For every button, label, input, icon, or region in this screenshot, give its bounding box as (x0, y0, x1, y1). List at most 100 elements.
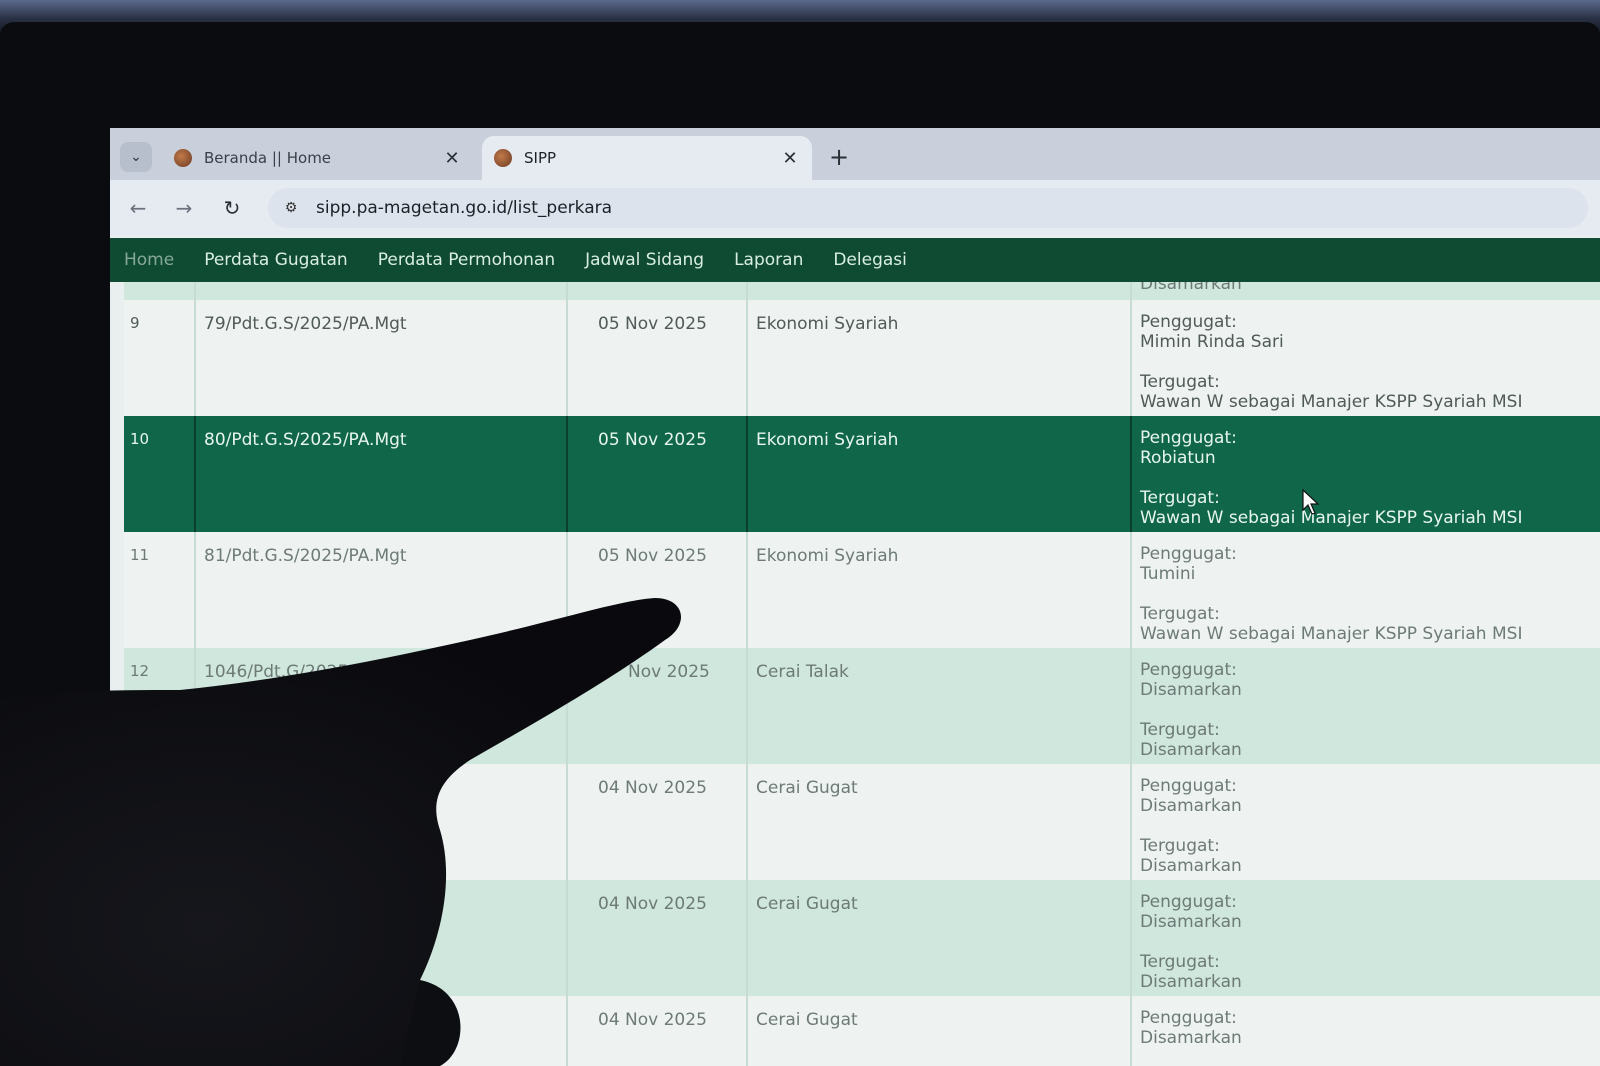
nav-delegasi[interactable]: Delegasi (821, 250, 919, 270)
browser-toolbar: ← → ↻ ⚙ sipp.pa-magetan.go.id/list_perka… (110, 180, 1600, 236)
cell-parties: Penggugat: Robiatun Tergugat: Wawan W se… (1132, 416, 1600, 532)
cell-case-type: Ekonomi Syariah (748, 416, 1132, 532)
tab-title: SIPP (524, 149, 557, 167)
cell-date: 04 Nov 2025 (568, 996, 748, 1066)
cell-case-type: Ekonomi Syariah (748, 532, 1132, 648)
table-row[interactable]: 04 Nov 2025 Cerai Gugat Penggugat: Disam… (124, 880, 1600, 996)
mouse-cursor-icon (1302, 488, 1320, 515)
site-nav: Home Perdata Gugatan Perdata Permohonan … (110, 238, 1600, 282)
defendant-label: Tergugat: (1140, 720, 1220, 740)
site-favicon-icon (174, 149, 192, 167)
plaintiff-label: Penggugat: (1140, 892, 1237, 912)
cell-case-number[interactable]: 81/Pdt.G.S/2025/PA.Mgt (196, 532, 568, 648)
tab-search-chevron-icon[interactable]: ⌄ (120, 142, 152, 172)
defendant-name: Wawan W sebagai Manajer KSPP Syariah MSI (1140, 624, 1523, 644)
table-row[interactable]: 04 Nov 2025 Cerai Gugat Penggugat: Disam… (124, 764, 1600, 880)
cell-date (568, 282, 748, 300)
close-tab-icon[interactable]: ✕ (778, 146, 802, 170)
cell-date: 05 Nov 2025 (568, 300, 748, 416)
table-row[interactable]: 9 79/Pdt.G.S/2025/PA.Mgt 05 Nov 2025 Eko… (124, 300, 1600, 416)
defendant-label: Tergugat: (1140, 952, 1220, 972)
plaintiff-name: Disamarkan (1140, 1028, 1242, 1048)
cell-number: 9 (124, 300, 196, 416)
plaintiff-label: Penggugat: (1140, 544, 1237, 564)
cell-number: 11 (124, 532, 196, 648)
plaintiff-name: Disamarkan (1140, 680, 1242, 700)
plaintiff-label: Penggugat: (1140, 776, 1237, 796)
cell-parties: Penggugat: Tumini Tergugat: Wawan W seba… (1132, 532, 1600, 648)
back-icon[interactable]: ← (124, 194, 152, 222)
cell-date: 04 Nov 2025 (568, 880, 748, 996)
url-text[interactable]: sipp.pa-magetan.go.id/list_perkara (316, 198, 612, 218)
defendant-label: Tergugat: (1140, 836, 1220, 856)
cell-parties: Penggugat: Disamarkan (1132, 996, 1600, 1066)
tab-sipp[interactable]: SIPP ✕ (482, 136, 812, 180)
cell-date: 05 Nov 2025 (568, 532, 748, 648)
defendant-name: Disamarkan (1140, 856, 1242, 876)
defendant-label: Tergugat: (1140, 488, 1220, 508)
cell-number: 12 (124, 648, 196, 764)
cell-case-number[interactable]: 1046/Pdt.G/2025/PA.Mgt (196, 648, 568, 764)
nav-perdata-permohonan[interactable]: Perdata Permohonan (366, 250, 567, 270)
reload-icon[interactable]: ↻ (218, 194, 246, 222)
plaintiff-name: Robiatun (1140, 448, 1216, 468)
tab-strip: ⌄ Beranda || Home ✕ SIPP ✕ + (110, 128, 1600, 180)
table-row[interactable]: 11 81/Pdt.G.S/2025/PA.Mgt 05 Nov 2025 Ek… (124, 532, 1600, 648)
cell-parties: Penggugat: Disamarkan Tergugat: Disamark… (1132, 764, 1600, 880)
case-list-table: Disamarkan 9 79/Pdt.G.S/2025/PA.Mgt 05 N… (124, 282, 1600, 1066)
cell-parties: Penggugat: Disamarkan Tergugat: Disamark… (1132, 648, 1600, 764)
cell-date: Nov 2025 (568, 648, 748, 764)
plaintiff-name: Disamarkan (1140, 912, 1242, 932)
cell-case-type (748, 282, 1132, 300)
cell-number (124, 282, 196, 300)
plaintiff-name: Tumini (1140, 564, 1196, 584)
cell-case-type: Ekonomi Syariah (748, 300, 1132, 416)
defendant-name: Wawan W sebagai Manajer KSPP Syariah MSI (1140, 392, 1523, 412)
address-bar[interactable]: ⚙ sipp.pa-magetan.go.id/list_perkara (268, 188, 1588, 228)
cell-case-number[interactable] (196, 764, 568, 880)
party-name: Disamarkan (1140, 282, 1242, 292)
plaintiff-label: Penggugat: (1140, 428, 1237, 448)
cell-number (124, 880, 196, 996)
defendant-label: Tergugat: (1140, 604, 1220, 624)
close-tab-icon[interactable]: ✕ (440, 146, 464, 170)
cell-date: 05 Nov 2025 (568, 416, 748, 532)
defendant-name: Disamarkan (1140, 972, 1242, 992)
cell-number: 10 (124, 416, 196, 532)
cell-case-number[interactable]: 79/Pdt.G.S/2025/PA.Mgt (196, 300, 568, 416)
plaintiff-label: Penggugat: (1140, 312, 1237, 332)
cell-case-type: Cerai Gugat (748, 880, 1132, 996)
nav-home[interactable]: Home (112, 250, 186, 270)
plaintiff-name: Disamarkan (1140, 796, 1242, 816)
cell-case-number[interactable]: 80/Pdt.G.S/2025/PA.Mgt (196, 416, 568, 532)
table-row-highlighted[interactable]: 10 80/Pdt.G.S/2025/PA.Mgt 05 Nov 2025 Ek… (124, 416, 1600, 532)
browser-screen: ⌄ Beranda || Home ✕ SIPP ✕ + ← → ↻ ⚙ sip… (110, 128, 1600, 1066)
plaintiff-label: Penggugat: (1140, 660, 1237, 680)
cell-date: 04 Nov 2025 (568, 764, 748, 880)
new-tab-button[interactable]: + (824, 142, 854, 172)
defendant-name: Wawan W sebagai Manajer KSPP Syariah MSI (1140, 508, 1523, 528)
cell-case-number[interactable] (196, 880, 568, 996)
defendant-name: Disamarkan (1140, 740, 1242, 760)
nav-laporan[interactable]: Laporan (722, 250, 815, 270)
table-row[interactable]: 04 Nov 2025 Cerai Gugat Penggugat: Disam… (124, 996, 1600, 1066)
defendant-label: Tergugat: (1140, 372, 1220, 392)
cell-number (124, 996, 196, 1066)
cell-case-type: Cerai Gugat (748, 996, 1132, 1066)
tab-beranda[interactable]: Beranda || Home ✕ (162, 136, 474, 180)
forward-icon[interactable]: → (170, 194, 198, 222)
nav-perdata-gugatan[interactable]: Perdata Gugatan (192, 250, 360, 270)
table-row[interactable]: 12 1046/Pdt.G/2025/PA.Mgt Nov 2025 Cerai… (124, 648, 1600, 764)
site-settings-icon[interactable]: ⚙ (280, 198, 302, 218)
table-row: Disamarkan (124, 282, 1600, 300)
tab-title: Beranda || Home (204, 149, 332, 167)
cell-parties: Penggugat: Mimin Rinda Sari Tergugat: Wa… (1132, 300, 1600, 416)
cell-parties: Disamarkan (1132, 282, 1600, 292)
plaintiff-name: Mimin Rinda Sari (1140, 332, 1284, 352)
site-favicon-icon (494, 149, 512, 167)
cell-number (124, 764, 196, 880)
cell-case-number[interactable] (196, 996, 568, 1066)
cell-case-type: Cerai Talak (748, 648, 1132, 764)
nav-jadwal-sidang[interactable]: Jadwal Sidang (573, 250, 716, 270)
cell-case-type: Cerai Gugat (748, 764, 1132, 880)
